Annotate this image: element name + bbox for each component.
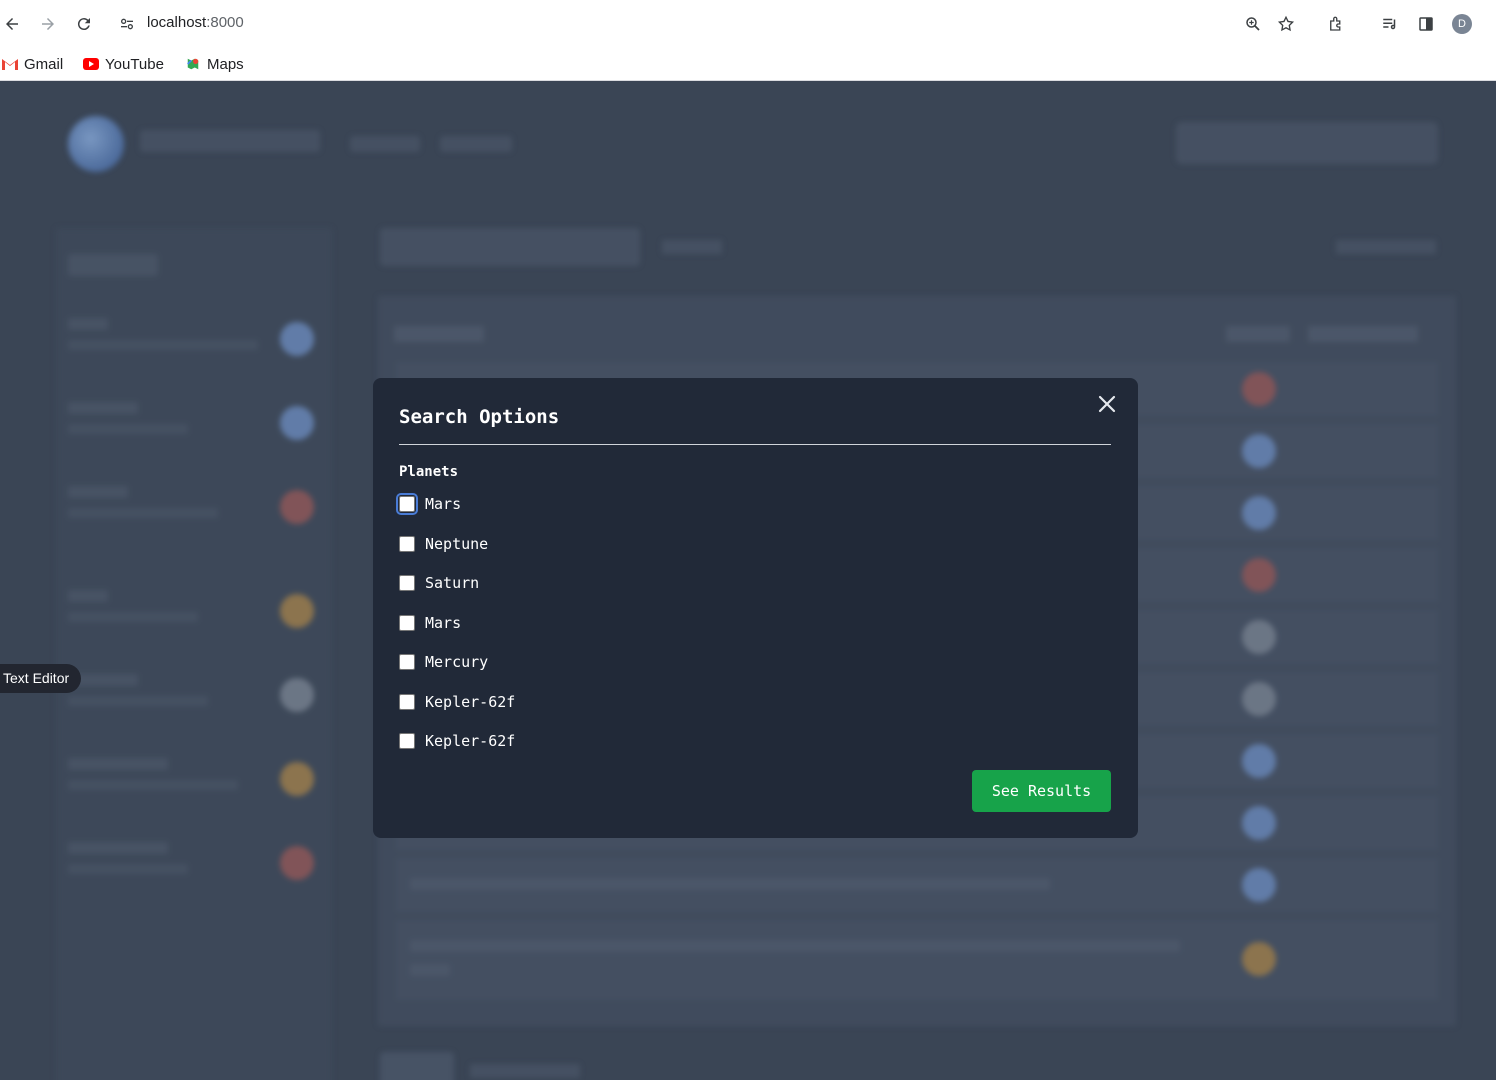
pager-text-placeholder bbox=[470, 1064, 580, 1078]
planet-option-label: Mars bbox=[425, 614, 462, 632]
planet-checkbox[interactable] bbox=[399, 615, 415, 631]
nav-placeholder bbox=[440, 136, 512, 152]
browser-toolbar: localhost:8000 D bbox=[0, 0, 1496, 47]
planet-checkbox[interactable] bbox=[399, 694, 415, 710]
media-queue-icon[interactable] bbox=[1378, 12, 1402, 36]
header-placeholder bbox=[1226, 326, 1290, 342]
url-port: :8000 bbox=[206, 14, 244, 31]
planet-option-saturn[interactable]: Saturn bbox=[399, 573, 479, 593]
extensions-icon[interactable] bbox=[1324, 12, 1348, 36]
planets-section-label: Planets bbox=[399, 464, 459, 480]
header-placeholder bbox=[394, 326, 484, 342]
nav-placeholder bbox=[350, 136, 420, 152]
planet-option-label: Kepler-62f bbox=[425, 693, 516, 711]
url-text[interactable]: localhost:8000 bbox=[147, 14, 244, 31]
pager-placeholder bbox=[380, 1052, 454, 1080]
planet-option-mars-2[interactable]: Mars bbox=[399, 613, 461, 633]
close-icon bbox=[1098, 395, 1116, 413]
planet-option-label: Kepler-62f bbox=[425, 732, 516, 750]
bookmark-label: YouTube bbox=[105, 55, 164, 73]
table-row-placeholder bbox=[396, 920, 1438, 1000]
site-logo bbox=[68, 116, 124, 172]
planet-option-kepler-62f-2[interactable]: Kepler-62f bbox=[399, 731, 515, 751]
planet-option-mars[interactable]: Mars bbox=[396, 493, 462, 515]
url-host: localhost bbox=[147, 14, 207, 31]
planet-option-mercury[interactable]: Mercury bbox=[399, 652, 488, 672]
address-bar[interactable] bbox=[108, 7, 1308, 40]
sidebar-item-placeholder bbox=[68, 674, 318, 734]
youtube-icon bbox=[83, 58, 99, 70]
sidebar-item-placeholder bbox=[68, 590, 318, 650]
planet-checkbox[interactable] bbox=[399, 575, 415, 591]
count-placeholder bbox=[1336, 240, 1436, 254]
side-panel-icon[interactable] bbox=[1414, 12, 1438, 36]
sidebar-title-placeholder bbox=[68, 254, 158, 276]
bookmarks-bar: Gmail YouTube Maps bbox=[0, 47, 1496, 81]
sidebar-item-placeholder bbox=[68, 402, 318, 462]
reload-icon[interactable] bbox=[72, 12, 96, 36]
bookmark-youtube[interactable]: YouTube bbox=[83, 53, 164, 75]
maps-icon bbox=[187, 58, 199, 70]
modal-title: Search Options bbox=[399, 406, 560, 428]
sidebar-item-placeholder bbox=[68, 318, 318, 378]
sidebar-placeholder bbox=[56, 228, 332, 1080]
planet-option-kepler-62f[interactable]: Kepler-62f bbox=[399, 692, 515, 712]
bookmark-gmail[interactable]: Gmail bbox=[2, 53, 63, 75]
back-icon[interactable] bbox=[0, 12, 24, 36]
close-button[interactable] bbox=[1095, 392, 1119, 416]
planet-option-label: Saturn bbox=[425, 574, 480, 592]
header-search-placeholder bbox=[1176, 122, 1438, 164]
bookmark-maps[interactable]: Maps bbox=[185, 53, 244, 75]
bookmark-label: Gmail bbox=[24, 55, 64, 73]
sidebar-item-placeholder bbox=[68, 486, 318, 546]
options-placeholder bbox=[662, 240, 722, 254]
main-search-placeholder bbox=[380, 228, 640, 266]
bookmark-label: Maps bbox=[207, 55, 244, 73]
planet-option-label: Mars bbox=[425, 495, 462, 513]
text-editor-tooltip: Text Editor bbox=[0, 664, 82, 693]
planet-option-label: Neptune bbox=[425, 535, 489, 553]
search-options-modal: Search Options Planets Mars Neptune Satu… bbox=[373, 378, 1138, 838]
planet-checkbox[interactable] bbox=[399, 654, 415, 670]
planet-checkbox[interactable] bbox=[399, 733, 415, 749]
sidebar-item-placeholder bbox=[68, 758, 318, 818]
zoom-icon[interactable] bbox=[1241, 12, 1265, 36]
sidebar-item-placeholder bbox=[68, 842, 318, 902]
forward-icon[interactable] bbox=[36, 12, 60, 36]
see-results-button[interactable]: See Results bbox=[972, 770, 1111, 812]
planet-option-neptune[interactable]: Neptune bbox=[399, 534, 488, 554]
planet-option-label: Mercury bbox=[425, 653, 489, 671]
profile-avatar[interactable]: D bbox=[1452, 14, 1472, 34]
site-settings-icon[interactable] bbox=[115, 12, 139, 36]
planet-checkbox[interactable] bbox=[399, 536, 415, 552]
modal-divider bbox=[399, 444, 1111, 445]
table-row-placeholder bbox=[396, 858, 1438, 912]
gmail-icon bbox=[2, 59, 18, 70]
planet-checkbox[interactable] bbox=[396, 493, 418, 515]
header-placeholder bbox=[1308, 326, 1418, 342]
site-brand-placeholder bbox=[140, 130, 320, 152]
bookmark-star-icon[interactable] bbox=[1274, 12, 1298, 36]
